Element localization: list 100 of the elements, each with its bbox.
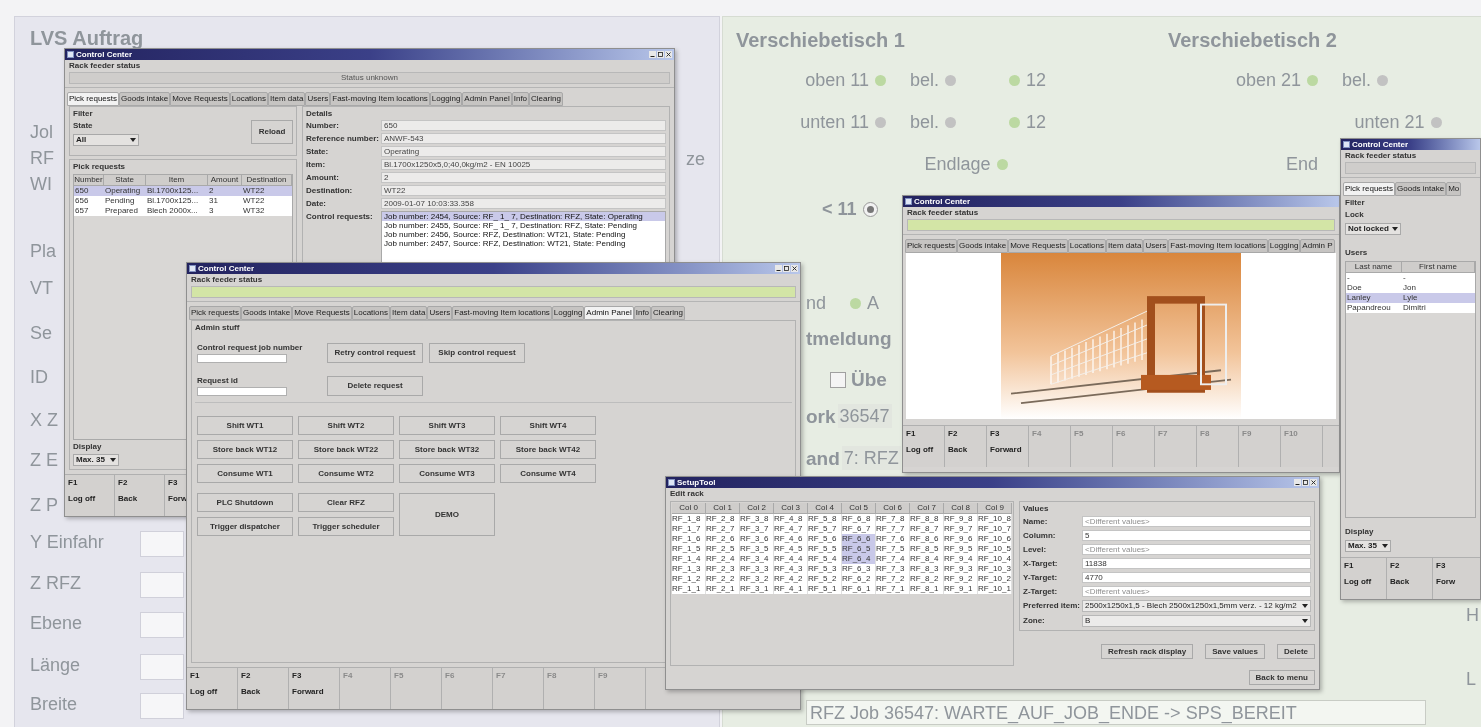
- dropdown[interactable]: All: [73, 134, 139, 146]
- tab[interactable]: Locations: [229, 92, 268, 106]
- tab[interactable]: Admin P: [1300, 239, 1335, 253]
- column-header[interactable]: Col 9: [978, 503, 1012, 514]
- table-row[interactable]: Lanley Lyle: [1346, 293, 1475, 303]
- function-key[interactable]: F3 Forward: [987, 426, 1029, 467]
- function-key[interactable]: F1 Log off: [903, 426, 945, 467]
- action-button[interactable]: Consume WT4: [500, 464, 596, 483]
- input-field[interactable]: [140, 572, 184, 598]
- action-button[interactable]: Clear RFZ: [298, 493, 394, 512]
- table-row[interactable]: Papandreou Dimitri: [1346, 303, 1475, 313]
- table-row[interactable]: - -: [1346, 273, 1475, 283]
- list-item[interactable]: Job number: 2456, Source: RFZ, Destination: WT21, State: Pending: [382, 230, 665, 239]
- list-item[interactable]: Job number: 2457, Source: RFZ, Destination: WT21, State: Pending: [382, 239, 665, 248]
- tab[interactable]: Item data: [390, 306, 428, 320]
- input-field[interactable]: [140, 693, 184, 719]
- minimize-icon[interactable]: [1294, 479, 1301, 486]
- dropdown[interactable]: 2500x1250x1,5 - Blech 2500x1250x1,5mm verz. - 12 kg/m2: [1082, 600, 1311, 612]
- input-field[interactable]: 4770: [1082, 572, 1311, 583]
- action-button[interactable]: Trigger scheduler: [298, 517, 394, 536]
- table-cell[interactable]: RF_10_1: [978, 584, 1012, 594]
- function-key[interactable]: F2 Back: [115, 475, 165, 516]
- action-button[interactable]: Store back WT42: [500, 440, 596, 459]
- function-key[interactable]: F2 Back: [945, 426, 987, 467]
- close-icon[interactable]: [791, 265, 798, 272]
- input-field[interactable]: 11838: [1082, 558, 1311, 569]
- table-cell[interactable]: RF_4_1: [774, 584, 808, 594]
- table-row[interactable]: 650 Operating Bl.1700x125... 2 WT22: [74, 186, 292, 196]
- function-key[interactable]: F3 Forw: [1433, 558, 1459, 599]
- text-field[interactable]: 2009-01-07 10:03:33.358: [381, 198, 666, 209]
- tab[interactable]: Pick requests: [905, 239, 958, 253]
- tab[interactable]: Fast-moving Item locations: [452, 306, 552, 320]
- demo-button[interactable]: DEMO: [399, 493, 495, 536]
- table-cell[interactable]: RF_6_1: [842, 584, 876, 594]
- table-row[interactable]: 656 Pending Bl.1700x125... 31 WT22: [74, 196, 292, 206]
- tab[interactable]: Users: [427, 306, 453, 320]
- input-field[interactable]: [140, 612, 184, 638]
- minimize-icon[interactable]: [649, 51, 656, 58]
- dropdown[interactable]: B: [1082, 615, 1311, 627]
- delete-button[interactable]: Delete: [1277, 644, 1315, 659]
- back-button[interactable]: Back to menu: [1248, 670, 1315, 685]
- retry-button[interactable]: Retry control request: [327, 343, 423, 363]
- maximize-icon[interactable]: [783, 265, 790, 272]
- action-button[interactable]: Shift WT3: [399, 416, 495, 435]
- table-row[interactable]: Doe Jon: [1346, 283, 1475, 293]
- tab[interactable]: Move Requests: [170, 92, 230, 106]
- tab[interactable]: Users: [1143, 239, 1169, 253]
- input-field[interactable]: [140, 531, 184, 557]
- tab[interactable]: Move Requests: [292, 306, 352, 320]
- text-field[interactable]: Bl.1700x1250x5,0;40,0kg/m2 - EN 10025: [381, 159, 666, 170]
- tab[interactable]: Clearing: [651, 306, 685, 320]
- tab[interactable]: Mo: [1446, 182, 1462, 196]
- tab[interactable]: Info: [633, 306, 652, 320]
- input-field[interactable]: [197, 387, 287, 396]
- action-button[interactable]: Store back WT22: [298, 440, 394, 459]
- tab[interactable]: Goods intake: [119, 92, 171, 106]
- function-key[interactable]: F2 Back: [238, 668, 289, 709]
- tab[interactable]: Info: [511, 92, 530, 106]
- tab[interactable]: Logging: [429, 92, 463, 106]
- input-field[interactable]: 5: [1082, 530, 1311, 541]
- action-button[interactable]: Consume WT2: [298, 464, 394, 483]
- refresh-button[interactable]: Refresh rack display: [1100, 644, 1194, 659]
- close-icon[interactable]: [665, 51, 672, 58]
- tab[interactable]: Users: [305, 92, 331, 106]
- tab[interactable]: Clearing: [529, 92, 563, 106]
- tab[interactable]: Locations: [351, 306, 390, 320]
- table-cell[interactable]: RF_8_1: [910, 584, 944, 594]
- minimize-icon[interactable]: [775, 265, 782, 272]
- tab[interactable]: Locations: [1067, 239, 1106, 253]
- table-row[interactable]: 657 Prepared Blech 2000x... 3 WT32: [74, 206, 292, 216]
- tab[interactable]: Admin Panel: [584, 306, 634, 320]
- list-item[interactable]: Job number: 2454, Source: RF_ 1_ 7, Destination: RFZ, State: Operating: [382, 212, 665, 221]
- tab[interactable]: Item data: [1106, 239, 1144, 253]
- text-field[interactable]: 650: [381, 120, 666, 131]
- input-field[interactable]: <Different values>: [1082, 586, 1311, 597]
- function-key[interactable]: F2 Back: [1387, 558, 1433, 599]
- action-button[interactable]: Shift WT2: [298, 416, 394, 435]
- table-cell[interactable]: RF_5_1: [808, 584, 842, 594]
- input-field[interactable]: [140, 654, 184, 680]
- table-cell[interactable]: RF_9_1: [944, 584, 978, 594]
- skip-button[interactable]: Skip control request: [429, 343, 525, 363]
- action-button[interactable]: Shift WT4: [500, 416, 596, 435]
- tab[interactable]: Logging: [551, 306, 585, 320]
- dropdown[interactable]: Not locked: [1345, 223, 1401, 235]
- maximize-icon[interactable]: [1302, 479, 1309, 486]
- tab[interactable]: Item data: [268, 92, 306, 106]
- function-key[interactable]: F1 Log off: [187, 668, 238, 709]
- delete-button[interactable]: Delete request: [327, 376, 423, 396]
- tab[interactable]: Pick requests: [67, 92, 120, 106]
- tab[interactable]: Goods intake: [957, 239, 1009, 253]
- tab[interactable]: Fast-moving Item locations: [1168, 239, 1268, 253]
- input-field[interactable]: <Different values>: [1082, 544, 1311, 555]
- reload-button[interactable]: Reload: [251, 120, 293, 144]
- input-field[interactable]: [197, 354, 287, 363]
- action-button[interactable]: PLC Shutdown: [197, 493, 293, 512]
- table-cell[interactable]: RF_3_1: [740, 584, 774, 594]
- function-key[interactable]: F1 Log off: [65, 475, 115, 516]
- text-field[interactable]: 2: [381, 172, 666, 183]
- table-cell[interactable]: RF_1_1: [672, 584, 706, 594]
- action-button[interactable]: Consume WT3: [399, 464, 495, 483]
